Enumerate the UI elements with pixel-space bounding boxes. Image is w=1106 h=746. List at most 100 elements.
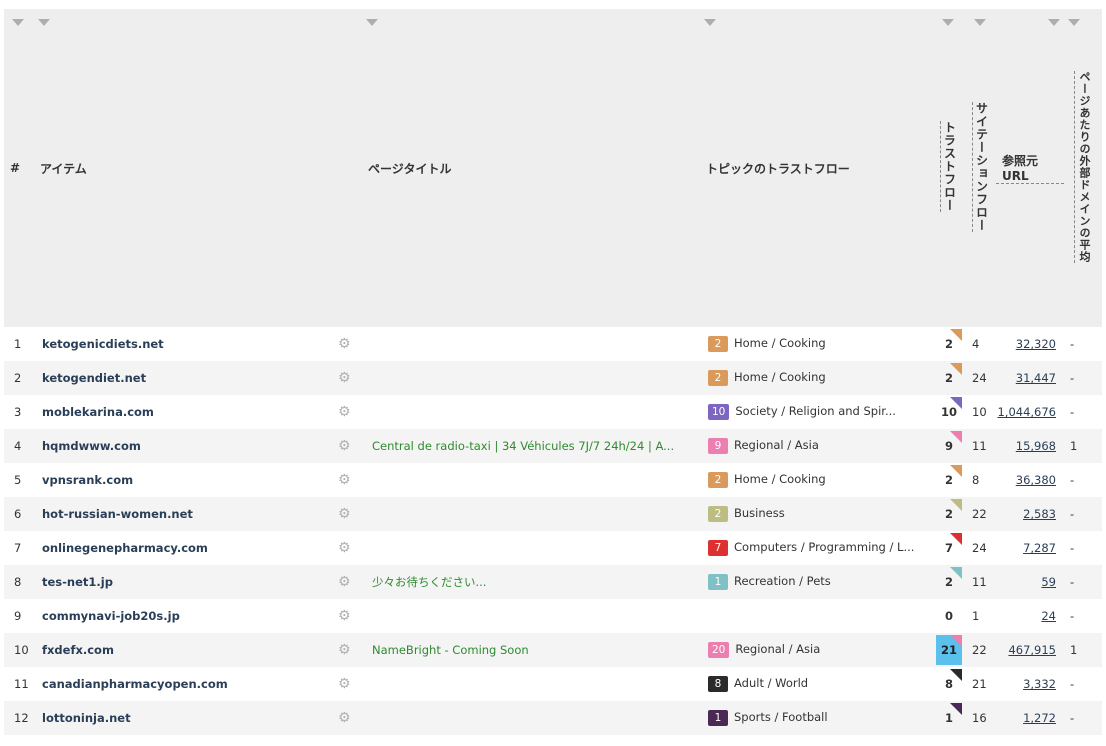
ref-urls-link[interactable]: 7,287 — [1023, 541, 1056, 555]
item-domain-link[interactable]: ketogendiet.net — [34, 371, 146, 385]
table-row: 4 hqmdwww.com ⚙ Central de radio-taxi | … — [4, 429, 1102, 463]
table-row: 8 tes-net1.jp ⚙ 少々お待ちください... 1 Recreation… — [4, 565, 1102, 599]
item-domain-link[interactable]: hqmdwww.com — [34, 439, 141, 453]
item-cell: lottoninja.net — [34, 701, 334, 735]
trust-flow-value-box: 2 — [936, 329, 962, 359]
gear-icon[interactable]: ⚙ — [338, 404, 351, 420]
ref-urls-cell: 24 — [996, 599, 1064, 633]
gear-icon[interactable]: ⚙ — [338, 336, 351, 352]
trust-flow-cell: 8 — [932, 667, 966, 701]
trust-flow-value: 0 — [944, 609, 953, 623]
topical-trust-flow-sort-dropdown-icon[interactable] — [704, 19, 716, 26]
item-domain-link[interactable]: lottoninja.net — [34, 711, 131, 725]
ref-urls-link[interactable]: 1,272 — [1023, 711, 1056, 725]
item-domain-link[interactable]: canadianpharmacyopen.com — [34, 677, 228, 691]
header-gear-spacer — [334, 9, 362, 327]
topic-cell: 7 Computers / Programming / L... — [700, 531, 932, 565]
gear-icon[interactable]: ⚙ — [338, 676, 351, 692]
ref-urls-link[interactable]: 3,332 — [1023, 677, 1056, 691]
item-domain-link[interactable]: moblekarina.com — [34, 405, 154, 419]
gear-icon[interactable]: ⚙ — [338, 710, 351, 726]
ref-urls-link[interactable]: 15,968 — [1016, 439, 1056, 453]
page-title-cell — [362, 327, 700, 361]
trust-flow-value-box: 8 — [936, 669, 962, 699]
item-domain-link[interactable]: hot-russian-women.net — [34, 507, 193, 521]
page-title-cell — [362, 395, 700, 429]
avg-ext-domains-value: - — [1064, 531, 1102, 565]
topic-label: Sports / Football — [734, 710, 828, 724]
ref-urls-cell: 3,332 — [996, 667, 1064, 701]
gear-icon[interactable]: ⚙ — [338, 574, 351, 590]
row-number: 4 — [4, 429, 34, 463]
item-domain-link[interactable]: onlinegenepharmacy.com — [34, 541, 208, 555]
item-cell: vpnsrank.com — [34, 463, 334, 497]
gear-icon[interactable]: ⚙ — [338, 370, 351, 386]
item-domain-link[interactable]: fxdefx.com — [34, 643, 114, 657]
header-page-title-label: ページタイトル — [368, 161, 452, 176]
trust-flow-topic-corner — [950, 533, 962, 545]
ref-urls-cell: 2,583 — [996, 497, 1064, 531]
header-ref-urls-label: 参照元URL — [996, 152, 1064, 184]
item-cell: hot-russian-women.net — [34, 497, 334, 531]
ref-urls-cell: 15,968 — [996, 429, 1064, 463]
header-trust-flow: トラストフロー — [932, 9, 966, 327]
row-number: 12 — [4, 701, 34, 735]
page-title-cell: Central de radio-taxi | 34 Véhicules 7J/… — [362, 429, 700, 463]
header-row: # アイテム ページタイトル トピックのトラストフロー トラストフロー サイテー… — [4, 9, 1102, 327]
trust-flow-sort-dropdown-icon[interactable] — [942, 19, 954, 26]
table-row: 5 vpnsrank.com ⚙ 2 Home / Cooking 2 8 36,… — [4, 463, 1102, 497]
row-number: 1 — [4, 327, 34, 361]
topic-cell: 10 Society / Religion and Spir... — [700, 395, 932, 429]
avg-ext-domains-value: - — [1064, 599, 1102, 633]
row-number: 7 — [4, 531, 34, 565]
citation-flow-sort-dropdown-icon[interactable] — [974, 19, 986, 26]
gear-icon[interactable]: ⚙ — [338, 608, 351, 624]
gear-icon[interactable]: ⚙ — [338, 506, 351, 522]
ref-urls-link[interactable]: 24 — [1041, 609, 1056, 623]
row-number: 9 — [4, 599, 34, 633]
ref-urls-link[interactable]: 32,320 — [1016, 337, 1056, 351]
header-topical-trust-flow: トピックのトラストフロー — [700, 9, 932, 327]
page-title-cell — [362, 497, 700, 531]
trust-flow-topic-corner — [950, 465, 962, 477]
ref-urls-link[interactable]: 36,380 — [1016, 473, 1056, 487]
page-title-cell: NameBright - Coming Soon — [362, 633, 700, 667]
ref-urls-link[interactable]: 467,915 — [1008, 643, 1056, 657]
citation-flow-value: 22 — [966, 633, 996, 667]
header-citation-flow-label: サイテーションフロー — [971, 101, 991, 232]
gear-icon[interactable]: ⚙ — [338, 540, 351, 556]
trust-flow-cell: 9 — [932, 429, 966, 463]
topic-label: Recreation / Pets — [734, 574, 831, 588]
table-row: 3 moblekarina.com ⚙ 10 Society / Religion… — [4, 395, 1102, 429]
ref-urls-link[interactable]: 1,044,676 — [997, 405, 1056, 419]
item-domain-link[interactable]: vpnsrank.com — [34, 473, 133, 487]
item-cell: fxdefx.com — [34, 633, 334, 667]
ref-urls-cell: 32,320 — [996, 327, 1064, 361]
num-sort-dropdown-icon[interactable] — [12, 19, 24, 26]
topic-label: Home / Cooking — [734, 370, 826, 384]
header-page-title: ページタイトル — [362, 9, 700, 327]
ref-urls-cell: 1,044,676 — [996, 395, 1064, 429]
ref-urls-link[interactable]: 59 — [1041, 575, 1056, 589]
ref-urls-link[interactable]: 31,447 — [1016, 371, 1056, 385]
header-ref-urls: 参照元URL — [996, 9, 1064, 327]
ref-urls-cell: 467,915 — [996, 633, 1064, 667]
trust-flow-value-box: 2 — [936, 567, 962, 597]
ref-urls-sort-dropdown-icon[interactable] — [1048, 19, 1060, 26]
citation-flow-value: 11 — [966, 565, 996, 599]
item-domain-link[interactable]: commynavi-job20s.jp — [34, 609, 180, 623]
page-title-sort-dropdown-icon[interactable] — [366, 19, 378, 26]
table-row: 1 ketogenicdiets.net ⚙ 2 Home / Cooking 2… — [4, 327, 1102, 361]
trust-flow-topic-corner — [950, 703, 962, 715]
gear-icon[interactable]: ⚙ — [338, 642, 351, 658]
avg-ext-domains-sort-dropdown-icon[interactable] — [1068, 19, 1080, 26]
ref-urls-link[interactable]: 2,583 — [1023, 507, 1056, 521]
item-cell: ketogenicdiets.net — [34, 327, 334, 361]
gear-cell: ⚙ — [334, 463, 362, 497]
gear-icon[interactable]: ⚙ — [338, 438, 351, 454]
citation-flow-value: 10 — [966, 395, 996, 429]
item-domain-link[interactable]: tes-net1.jp — [34, 575, 113, 589]
item-sort-dropdown-icon[interactable] — [38, 19, 50, 26]
item-domain-link[interactable]: ketogenicdiets.net — [34, 337, 164, 351]
gear-icon[interactable]: ⚙ — [338, 472, 351, 488]
